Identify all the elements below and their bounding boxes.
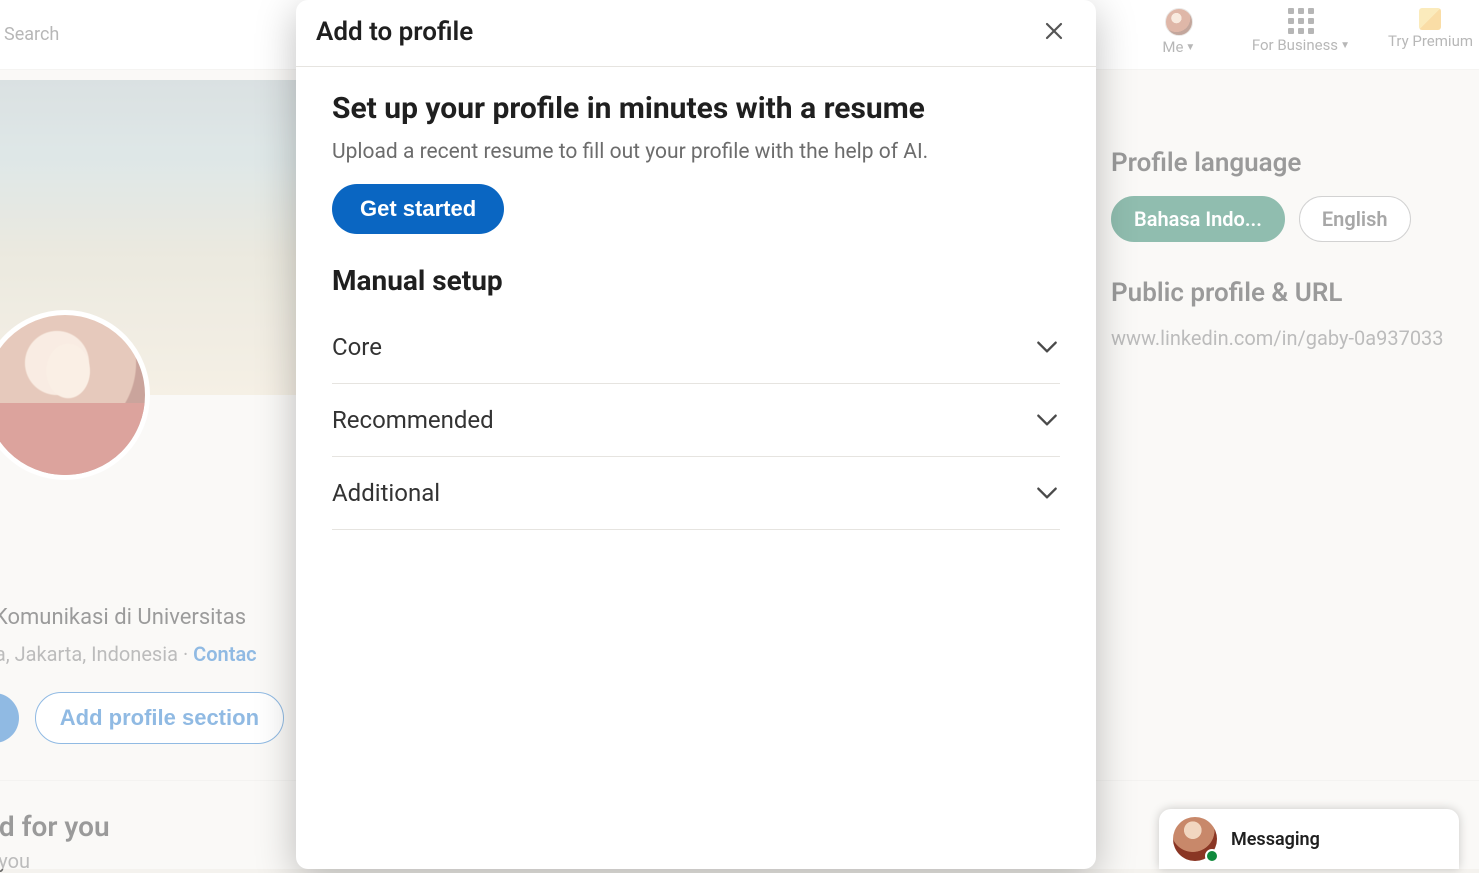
messaging-widget[interactable]: Messaging xyxy=(1159,809,1459,869)
apps-grid-icon xyxy=(1288,8,1314,34)
resume-hero-title: Set up your profile in minutes with a re… xyxy=(332,91,1060,126)
suggested-section: sted for you e to you xyxy=(0,810,110,873)
accordion-additional[interactable]: Additional xyxy=(332,457,1060,530)
avatar-icon xyxy=(1165,8,1193,36)
open-to-button[interactable]: to xyxy=(0,693,19,743)
nav-business-label: For Business xyxy=(1252,36,1338,54)
close-button[interactable] xyxy=(1036,14,1072,50)
add-profile-section-button[interactable]: Add profile section xyxy=(35,692,284,744)
right-column: Profile language Bahasa Indo... English … xyxy=(1099,148,1479,386)
nav-premium[interactable]: Try Premium xyxy=(1388,8,1473,50)
profile-actions: to Add profile section xyxy=(0,692,284,744)
add-to-profile-modal: Add to profile Set up your profile in mi… xyxy=(296,0,1096,869)
accordion-core[interactable]: Core xyxy=(332,315,1060,384)
accordion-recommended[interactable]: Recommended xyxy=(332,384,1060,457)
manual-setup-title: Manual setup xyxy=(332,264,1060,297)
contact-link[interactable]: Contac xyxy=(193,642,256,666)
profile-language-title: Profile language xyxy=(1111,148,1479,178)
nav-business[interactable]: For Business ▼ xyxy=(1252,8,1350,54)
suggested-title: sted for you xyxy=(0,810,110,843)
chevron-down-icon xyxy=(1034,480,1060,506)
chevron-down-icon xyxy=(1034,334,1060,360)
modal-title: Add to profile xyxy=(316,17,473,47)
messaging-label: Messaging xyxy=(1231,829,1320,850)
caret-down-icon: ▼ xyxy=(1340,40,1350,51)
nav-me-label: Me xyxy=(1162,38,1183,56)
language-pill-indonesian[interactable]: Bahasa Indo... xyxy=(1111,196,1285,242)
chevron-down-icon xyxy=(1034,407,1060,433)
language-pill-english[interactable]: English xyxy=(1299,196,1411,242)
close-icon xyxy=(1042,19,1066,46)
profile-location: karta, Jakarta, Indonesia xyxy=(0,642,178,666)
public-url-title: Public profile & URL xyxy=(1111,278,1479,308)
public-url-value[interactable]: www.linkedin.com/in/gaby-0a937033 xyxy=(1111,326,1479,350)
accordion-recommended-label: Recommended xyxy=(332,406,494,434)
nav-me[interactable]: Me ▼ xyxy=(1144,8,1214,56)
premium-icon xyxy=(1419,8,1441,30)
caret-down-icon: ▼ xyxy=(1185,42,1195,53)
accordion-core-label: Core xyxy=(332,333,382,361)
suggested-subtitle: e to you xyxy=(0,849,110,873)
resume-hero-subtitle: Upload a recent resume to fill out your … xyxy=(332,140,1060,164)
nav-premium-label: Try Premium xyxy=(1388,32,1473,50)
search-input[interactable]: Search xyxy=(0,24,59,45)
get-started-button[interactable]: Get started xyxy=(332,184,504,234)
accordion-additional-label: Additional xyxy=(332,479,440,507)
profile-photo[interactable] xyxy=(0,310,150,480)
presence-indicator-icon xyxy=(1205,849,1219,863)
